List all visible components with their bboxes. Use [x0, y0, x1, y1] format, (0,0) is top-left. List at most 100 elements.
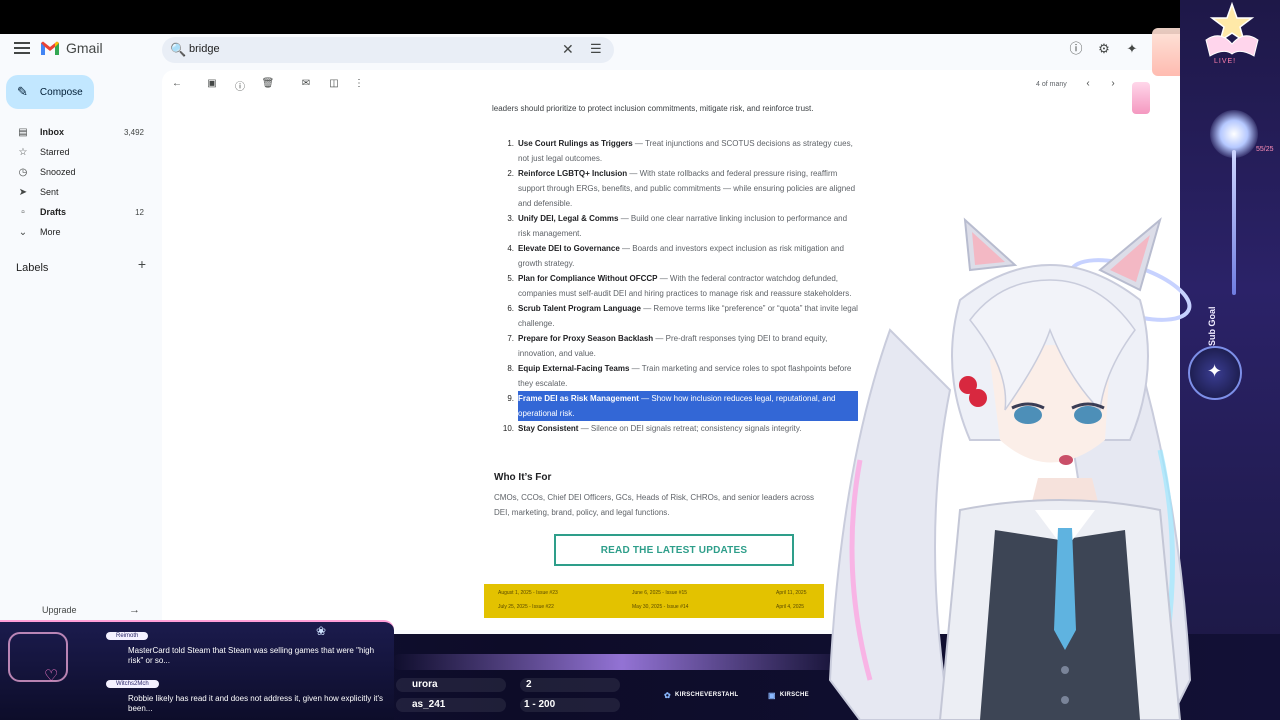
stat-row: 2	[520, 678, 620, 692]
list-item: 1. Use Court Rulings as Triggers — Treat …	[498, 136, 858, 166]
item-title: Use Court Rulings as Triggers	[518, 139, 633, 148]
issue-link[interactable]: May 30, 2025 - Issue #14	[632, 604, 688, 610]
handle-text: KIRSCHEVERSTAHL	[675, 692, 739, 698]
item-number: 2.	[507, 169, 514, 178]
upgrade-label: Upgrade	[42, 605, 77, 615]
chat-username: Witchs2Mch	[106, 680, 159, 688]
overlay-decoration	[1132, 82, 1150, 114]
issue-link[interactable]: June 6, 2025 - Issue #15	[632, 590, 687, 596]
chevron-down-icon: ⌄	[18, 226, 28, 238]
gmail-logo[interactable]: Gmail	[40, 40, 103, 56]
chat-frame-decoration	[8, 632, 68, 682]
top-right-icons: ⓘ ⚙ ✦	[1068, 41, 1140, 57]
vtuber-avatar	[828, 217, 1192, 720]
help-icon[interactable]: ⓘ	[1068, 41, 1084, 57]
item-number: 6.	[507, 304, 514, 313]
who-its-for-heading: Who It’s For	[494, 472, 552, 483]
item-number: 7.	[507, 334, 514, 343]
intro-text: leaders should prioritize to protect inc…	[492, 104, 814, 113]
clear-search-icon[interactable]: ✕	[562, 41, 574, 58]
sidebar-item-drafts[interactable]: ▫ Drafts 12	[0, 202, 160, 222]
gmail-topbar: Gmail 🔍 bridge ✕ ☰ ⓘ ⚙ ✦	[0, 34, 1180, 66]
issues-strip: August 1, 2025 - Issue #23 June 6, 2025 …	[484, 584, 824, 618]
stat-row: urora	[396, 678, 506, 692]
inbox-icon: ▤	[18, 126, 28, 138]
item-number: 3.	[507, 214, 514, 223]
message-toolbar: ← ▣ ⓘ 🗑 ✉ ◫ ⋮ 4 of many ‹ ›	[162, 70, 1180, 100]
sidebar-item-inbox[interactable]: ▤ Inbox 3,492	[0, 122, 160, 142]
settings-gear-icon[interactable]: ⚙	[1096, 41, 1112, 57]
chat-text: MasterCard told Steam that Steam was sel…	[128, 646, 375, 665]
create-label-plus-icon[interactable]: +	[138, 256, 146, 272]
read-latest-updates-button[interactable]: READ THE LATEST UPDATES	[554, 534, 794, 566]
item-title: Equip External-Facing Teams	[518, 364, 630, 373]
item-text: — Silence on DEI signals retreat; consis…	[578, 424, 802, 433]
drafts-count: 12	[135, 207, 144, 217]
chat-box: ♡ ❀ Reimoth MasterCard told Steam that S…	[0, 620, 394, 720]
item-title: Reinforce LGBTQ+ Inclusion	[518, 169, 628, 178]
mark-unread-icon[interactable]: ✉	[299, 78, 313, 89]
twitter-bird-icon: ✿	[664, 690, 672, 700]
heart-icon: ♡	[44, 668, 59, 685]
item-title: Unify DEI, Legal & Comms	[518, 214, 619, 223]
issue-link[interactable]: July 25, 2025 - Issue #22	[498, 604, 554, 610]
live-badge: LIVE!	[1214, 58, 1237, 65]
newer-chevron-icon[interactable]: ‹	[1081, 78, 1095, 89]
draft-file-icon: ▫	[21, 206, 25, 218]
delete-trash-icon[interactable]: 🗑	[261, 78, 275, 89]
item-title: Scrub Talent Program Language	[518, 304, 641, 313]
sidebar-item-label: Starred	[40, 147, 70, 157]
cta-label: READ THE LATEST UPDATES	[600, 544, 748, 556]
main-menu-icon[interactable]	[14, 42, 30, 56]
item-number: 1.	[507, 139, 514, 148]
chat-message: Reimoth MasterCard told Steam that Steam…	[88, 624, 388, 666]
discord-icon: ▣	[768, 690, 776, 700]
clock-icon: ◷	[18, 166, 28, 178]
overlay-star-trail	[392, 654, 852, 670]
move-to-icon[interactable]: ◫	[327, 78, 341, 89]
search-bar[interactable]: 🔍 bridge ✕ ☰	[162, 37, 614, 63]
gmail-brand-text: Gmail	[66, 40, 103, 56]
chat-username: Reimoth	[106, 632, 149, 640]
search-input[interactable]: bridge	[189, 43, 220, 55]
sidebar-item-more[interactable]: ⌄ More	[0, 222, 160, 242]
sidebar-item-sent[interactable]: ➤ Sent	[0, 182, 160, 202]
stat-name: as_241	[412, 699, 446, 710]
sub-goal-count: 55/25	[1256, 146, 1274, 153]
pagination-text: 4 of many	[1036, 81, 1067, 88]
back-arrow-icon[interactable]: ←	[170, 78, 184, 89]
item-number: 4.	[507, 244, 514, 253]
compose-label: Compose	[39, 86, 83, 98]
stat-value: 2	[526, 679, 532, 690]
sidebar-nav: ▤ Inbox 3,492 ☆ Starred ◷ Snoozed ➤ Sent…	[0, 122, 160, 242]
sidebar-item-label: Inbox	[40, 127, 64, 137]
item-title: Frame DEI as Risk Management	[518, 394, 639, 403]
item-title: Prepare for Proxy Season Backlash	[518, 334, 654, 343]
stream-scene: Gmail 🔍 bridge ✕ ☰ ⓘ ⚙ ✦ ✎ Compose ▤ Inb…	[0, 0, 1280, 720]
more-options-icon[interactable]: ⋮	[352, 78, 366, 89]
list-item: 2. Reinforce LGBTQ+ Inclusion — With stat…	[498, 166, 858, 211]
issue-link[interactable]: August 1, 2025 - Issue #23	[498, 590, 558, 596]
upgrade-button[interactable]: Upgrade →	[24, 602, 144, 618]
twitter-handle: ✿ KIRSCHEVERSTAHL	[664, 688, 738, 702]
sidebar-item-starred[interactable]: ☆ Starred	[0, 142, 160, 162]
search-icon[interactable]: 🔍	[170, 42, 186, 58]
stat-row: 1 - 200	[520, 698, 620, 712]
item-title: Stay Consistent	[518, 424, 579, 433]
sidebar-item-label: More	[40, 227, 61, 237]
stat-name: urora	[412, 679, 438, 690]
search-options-icon[interactable]: ☰	[590, 41, 602, 57]
archive-icon[interactable]: ▣	[205, 78, 219, 89]
item-number: 9.	[507, 394, 514, 403]
gemini-sparkle-icon[interactable]: ✦	[1124, 41, 1140, 57]
compose-button[interactable]: ✎ Compose	[6, 75, 94, 109]
item-number: 10.	[502, 424, 514, 433]
report-spam-icon[interactable]: ⓘ	[233, 78, 247, 93]
sidebar-item-label: Drafts	[40, 207, 67, 217]
older-chevron-icon[interactable]: ›	[1106, 78, 1120, 89]
stat-value: 1 - 200	[524, 699, 556, 710]
item-title: Elevate DEI to Governance	[518, 244, 620, 253]
sidebar-item-snoozed[interactable]: ◷ Snoozed	[0, 162, 160, 182]
arrow-right-icon: →	[129, 604, 140, 616]
sidebar-item-label: Sent	[40, 187, 59, 197]
